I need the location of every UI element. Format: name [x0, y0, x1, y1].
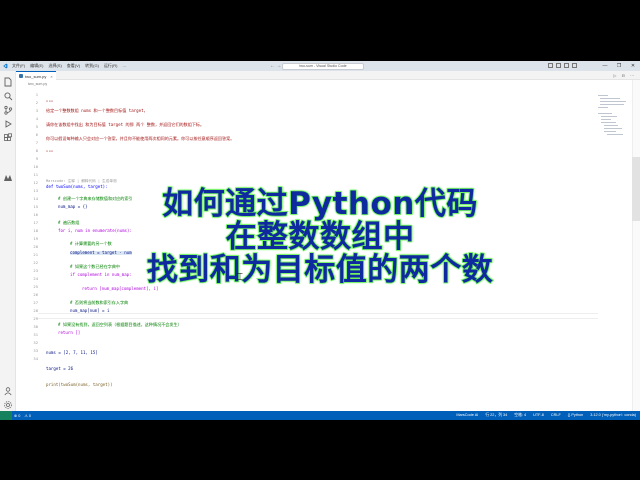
- indentation[interactable]: 空格: 4: [514, 413, 526, 418]
- docstring-line: 请你在该数组中找出 和为目标值 target 的那 两个 整数，并返回它们的数组…: [46, 122, 205, 127]
- breadcrumb[interactable]: two_sum.py: [28, 82, 47, 86]
- status-bar: ⊗ 0 ⚠ 0 MarsCode AI 行 22，列 34 空格: 4 UTF-…: [0, 411, 640, 420]
- marscode-icon[interactable]: [3, 170, 13, 181]
- remote-indicator-icon[interactable]: [0, 411, 12, 420]
- line-number: 28: [33, 308, 38, 313]
- minimap[interactable]: [598, 95, 628, 155]
- docstring-close: """: [46, 150, 54, 155]
- line-number: 27: [33, 300, 38, 305]
- minimize-button[interactable]: —: [598, 61, 612, 71]
- toggle-sidebar-icon[interactable]: [548, 63, 553, 68]
- code-line-nums: nums = [2, 7, 11, 15]: [46, 350, 98, 355]
- marscode-status[interactable]: MarsCode AI: [456, 413, 478, 418]
- docstring-line: 给定一个整数数组 nums 和一个整数目标值 target，: [46, 108, 148, 113]
- caption-line-1: 如何通过Python代码: [161, 186, 478, 222]
- code-line-assign: num_map[num] = i: [70, 308, 110, 313]
- account-icon[interactable]: [3, 383, 13, 396]
- caption-line-2: 在整数数组中: [225, 219, 415, 255]
- menu-run[interactable]: 运行(R): [104, 63, 118, 69]
- toggle-panel-icon[interactable]: [556, 63, 561, 68]
- run-debug-icon[interactable]: [3, 116, 13, 128]
- line-number: 4: [35, 116, 38, 121]
- nav-back-forward-icon[interactable]: ← →: [270, 63, 281, 69]
- language-mode[interactable]: {} Python: [568, 413, 583, 418]
- line-number: 34: [33, 356, 38, 361]
- vscode-logo-icon: [0, 61, 10, 71]
- line-number: 29: [33, 316, 38, 321]
- line-number: 26: [33, 292, 38, 297]
- warnings-count[interactable]: ⚠ 0: [24, 413, 31, 418]
- code-comment: # 否则将当前数和索引存入字典: [70, 300, 129, 305]
- search-icon[interactable]: [3, 88, 13, 101]
- code-comment: # 如果没有找到，返回空列表（根据题目描述，这种情况不会发生）: [58, 322, 182, 327]
- letterbox-top: [0, 0, 640, 61]
- line-ending[interactable]: CRLF: [551, 413, 561, 418]
- extensions-icon[interactable]: [3, 130, 13, 141]
- encoding[interactable]: UTF-8: [533, 413, 544, 418]
- source-control-icon[interactable]: [3, 102, 13, 115]
- cursor-position[interactable]: 行 22，列 34: [485, 413, 507, 418]
- python-file-icon: [19, 74, 23, 78]
- status-left: ⊗ 0 ⚠ 0: [14, 413, 31, 418]
- window-controls: — ❐ ✕: [598, 61, 640, 71]
- video-caption-overlay: 如何通过Python代码 在整数数组中 找到和为目标值的两个数: [0, 186, 640, 288]
- customize-layout-icon[interactable]: [572, 63, 577, 68]
- editor-actions-icon[interactable]: ▷ ⊟ ⋯: [613, 73, 636, 78]
- close-tab-icon[interactable]: ×: [50, 74, 52, 79]
- tab-two-sum[interactable]: two_sum.py ×: [16, 71, 56, 80]
- docstring-open: """: [46, 100, 54, 105]
- settings-icon[interactable]: [3, 397, 13, 409]
- letterbox-bottom: [0, 420, 640, 480]
- line-number: 2: [35, 100, 38, 105]
- menu-edit[interactable]: 编辑(E): [30, 63, 43, 69]
- menu-go[interactable]: 转到(G): [85, 63, 99, 69]
- menu-selection[interactable]: 选择(S): [48, 63, 61, 69]
- title-bar: 文件(F) 编辑(E) 选择(S) 查看(V) 转到(G) 运行(R) ... …: [0, 61, 640, 71]
- errors-count[interactable]: ⊗ 0: [14, 413, 20, 418]
- code-line-return-empty: return []: [58, 330, 81, 335]
- explorer-icon[interactable]: [3, 74, 13, 87]
- python-interpreter[interactable]: 3.12.0 ('my-python': conda): [590, 413, 636, 418]
- line-number: 32: [33, 340, 38, 345]
- toggle-secondary-sidebar-icon[interactable]: [564, 63, 569, 68]
- code-line-print: print(twoSum(nums, target)): [46, 382, 113, 387]
- line-number: 10: [33, 164, 38, 169]
- menu-file[interactable]: 文件(F): [12, 63, 25, 69]
- menu-view[interactable]: 查看(V): [67, 63, 80, 69]
- status-right: MarsCode AI 行 22，列 34 空格: 4 UTF-8 CRLF {…: [456, 413, 636, 418]
- line-number: 5: [35, 124, 38, 129]
- line-number: 8: [35, 148, 38, 153]
- menu-more[interactable]: ...: [122, 63, 125, 69]
- line-number: 7: [35, 140, 38, 145]
- tab-label: two_sum.py: [25, 73, 47, 79]
- command-center[interactable]: two-sum - Visual Studio Code: [282, 62, 364, 70]
- line-number: 12: [33, 180, 38, 185]
- maximize-button[interactable]: ❐: [612, 61, 626, 71]
- docstring-line: 你可以假设每种输入只会对应一个答案，并且你不能使用两次相同的元素。你可以按任意顺…: [46, 136, 235, 141]
- tab-bar: two_sum.py × ▷ ⊟ ⋯: [16, 71, 640, 80]
- mouse-cursor-icon: ⌶: [237, 272, 243, 283]
- line-number: 31: [33, 332, 38, 337]
- menu-bar: 文件(F) 编辑(E) 选择(S) 查看(V) 转到(G) 运行(R) ...: [12, 63, 126, 69]
- close-button[interactable]: ✕: [626, 61, 640, 71]
- current-line-highlight: [38, 313, 598, 319]
- line-number: 3: [35, 108, 38, 113]
- layout-controls: [548, 63, 577, 68]
- line-number: 6: [35, 132, 38, 137]
- codelens-hint[interactable]: Marscode: 注释 | 解释代码 | 生成单测: [46, 179, 117, 183]
- caption-line-3: 找到和为目标值的两个数: [146, 252, 494, 288]
- line-number: 1: [35, 92, 38, 97]
- code-line-target: target = 26: [46, 366, 74, 371]
- line-number: 11: [33, 172, 38, 177]
- line-number: 33: [33, 348, 38, 353]
- line-number: 9: [35, 156, 38, 161]
- line-number: 30: [33, 324, 38, 329]
